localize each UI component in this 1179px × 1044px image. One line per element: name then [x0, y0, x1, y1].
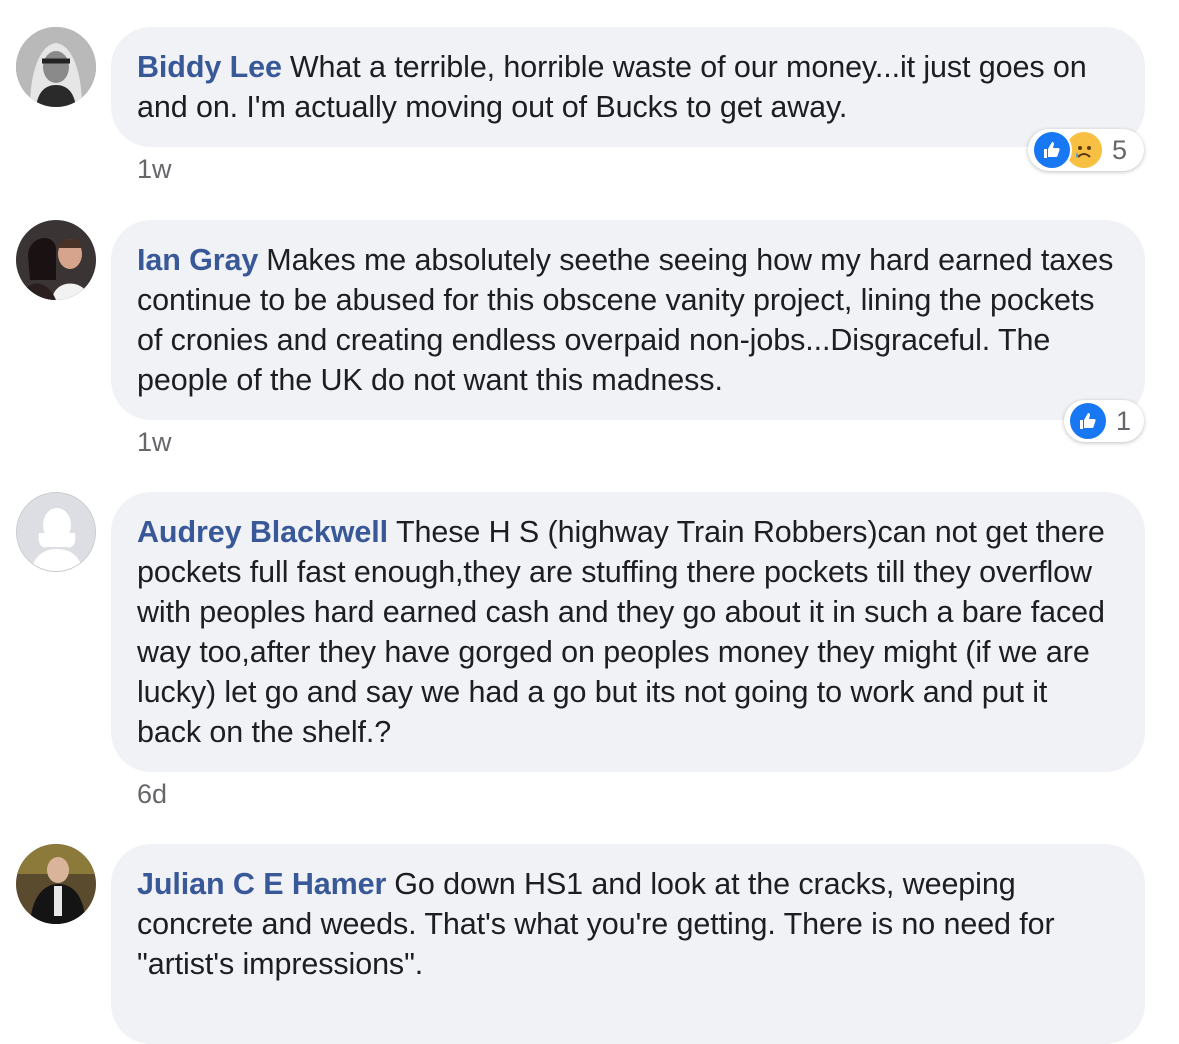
avatar[interactable]: [16, 844, 96, 924]
avatar[interactable]: [16, 492, 96, 572]
reaction-summary[interactable]: 5: [1028, 129, 1144, 171]
reaction-summary[interactable]: 1: [1064, 400, 1144, 442]
comment-author[interactable]: Ian Gray: [137, 243, 258, 277]
comment-author[interactable]: Biddy Lee: [137, 50, 282, 84]
comment-bubble: Biddy Lee What a terrible, horrible waste…: [111, 27, 1145, 147]
profile-photo-icon: [16, 220, 96, 300]
comment-bubble: Ian Gray Makes me absolutely seethe seein…: [111, 220, 1145, 420]
comment-timestamp[interactable]: 1w: [137, 154, 172, 185]
comment-author[interactable]: Audrey Blackwell: [137, 515, 388, 549]
comment-author[interactable]: Julian C E Hamer: [137, 867, 386, 901]
reaction-count: 1: [1116, 405, 1132, 436]
comment-text: Makes me absolutely seethe seeing how my…: [137, 243, 1114, 397]
comment-timestamp[interactable]: 1w: [137, 427, 172, 458]
profile-photo-icon: [16, 844, 96, 924]
reaction-count: 5: [1112, 134, 1128, 165]
avatar[interactable]: [16, 27, 96, 107]
avatar[interactable]: [16, 220, 96, 300]
comment-timestamp[interactable]: 6d: [137, 779, 167, 810]
like-reaction-icon: [1032, 130, 1072, 170]
comment-bubble: Julian C E Hamer Go down HS1 and look at …: [111, 844, 1145, 1044]
like-reaction-icon: [1068, 401, 1108, 441]
default-avatar-icon: [17, 493, 95, 571]
comment-text: These H S (highway Train Robbers)can not…: [137, 515, 1105, 749]
profile-photo-icon: [16, 27, 96, 107]
comment-bubble: Audrey Blackwell These H S (highway Train…: [111, 492, 1145, 772]
